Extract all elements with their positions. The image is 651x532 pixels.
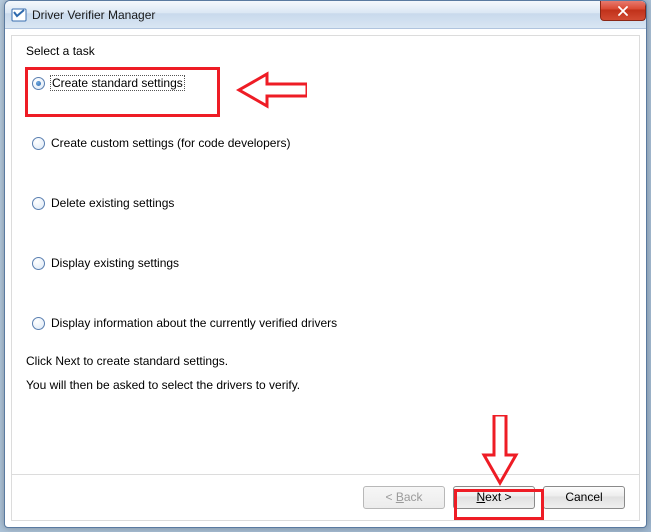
instructions-line-2: You will then be asked to select the dri… [26,378,625,392]
client-area: Select a task Create standard settingsCr… [11,35,640,521]
back-mnemonic: B [396,490,404,504]
next-button[interactable]: Next > [453,486,535,509]
back-prefix: < [385,490,395,504]
radio-option-2[interactable]: Delete existing settings [32,196,625,210]
radio-label: Display existing settings [51,256,179,270]
back-rest: ack [404,490,423,504]
radio-indicator [32,77,45,90]
task-radio-group: Create standard settings Create custom se… [26,76,625,330]
next-mnemonic: N [476,490,485,504]
radio-option-0[interactable]: Create standard settings [32,76,625,90]
dialog-window: Driver Verifier Manager Select a task Cr… [4,0,647,528]
close-button[interactable] [600,1,646,21]
radio-indicator [32,257,45,270]
radio-option-4[interactable]: Display information about the currently … [32,316,625,330]
radio-indicator [32,137,45,150]
title-bar: Driver Verifier Manager [5,1,646,29]
button-bar: < Back Next > Cancel [12,474,639,520]
radio-label: Delete existing settings [51,196,174,210]
close-icon [617,6,629,16]
cancel-button[interactable]: Cancel [543,486,625,509]
window-title: Driver Verifier Manager [32,8,155,22]
radio-indicator [32,317,45,330]
task-prompt: Select a task [26,44,625,58]
instructions-block: Click Next to create standard settings. … [26,354,625,392]
radio-label: Create standard settings [51,76,184,90]
back-button: < Back [363,486,445,509]
content-area: Select a task Create standard settingsCr… [26,44,625,472]
radio-label: Display information about the currently … [51,316,337,330]
radio-option-3[interactable]: Display existing settings [32,256,625,270]
radio-label: Create custom settings (for code develop… [51,136,290,150]
next-rest: ext > [485,490,511,504]
instructions-line-1: Click Next to create standard settings. [26,354,625,368]
app-icon [11,7,27,23]
radio-option-1[interactable]: Create custom settings (for code develop… [32,136,625,150]
radio-indicator [32,197,45,210]
